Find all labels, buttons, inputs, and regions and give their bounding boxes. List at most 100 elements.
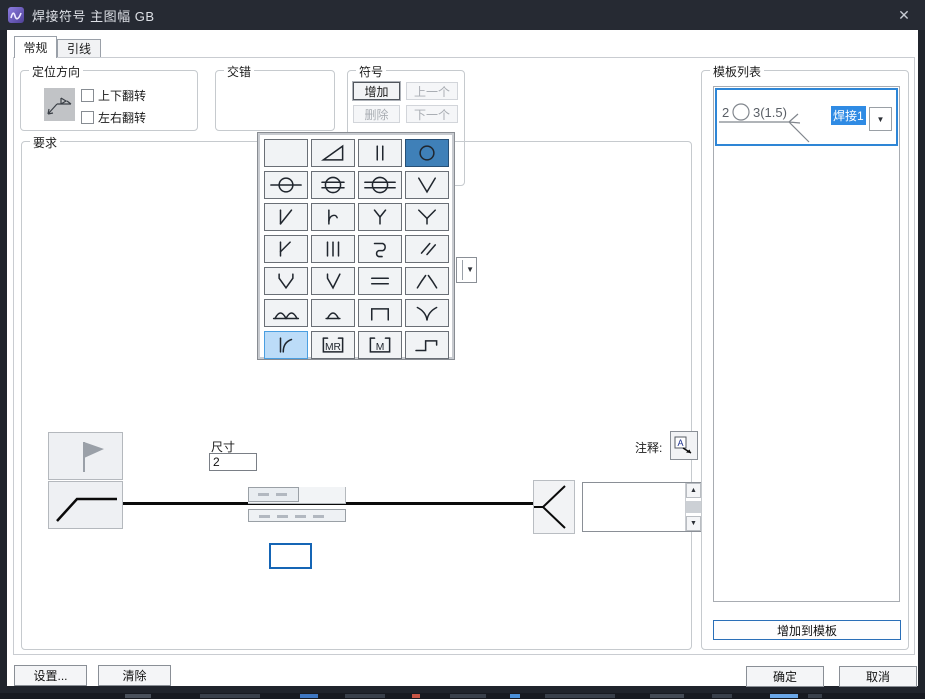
square-bracket-icon [363,302,397,324]
template-listbox[interactable]: 2 3(1.5) 焊接1 ▼ [713,86,900,602]
scroll-down-icon[interactable]: ▼ [686,516,701,531]
dash-pattern [258,493,290,496]
group-template-title: 模板列表 [710,63,764,80]
circle-two-lines-icon [316,174,350,196]
step-icon [410,334,444,356]
palette-cell-y-wide[interactable] [405,203,449,231]
dialog-body: 常规 引线 定位方向 上下翻转 左右翻转 交错 符 [7,30,918,686]
svg-text:M: M [376,342,385,353]
triple-bar-icon [316,238,350,260]
weld-preview-icon: 2 3(1.5) [717,90,827,144]
scroll-thumb[interactable] [686,501,701,513]
splay-icon [410,270,444,292]
hump-icon [316,302,350,324]
next-symbol-button: 下一个 [406,105,458,123]
half-k-icon [269,238,303,260]
palette-cell-double-slash[interactable] [405,235,449,263]
tail-text-field[interactable] [269,543,312,569]
template-name-selected-text[interactable]: 焊接1 [831,106,866,125]
background-mark [450,694,486,698]
arrow-end-button[interactable] [533,480,575,534]
below-line-field[interactable] [248,509,346,522]
ok-button[interactable]: 确定 [746,666,824,687]
wave-icon [9,8,23,22]
clear-button[interactable]: 清除 [98,665,171,686]
background-app-sliver [0,693,925,699]
palette-cell-triple-bar[interactable] [311,235,355,263]
tab-leader[interactable]: 引线 [57,39,101,58]
weld-direction-icon [44,88,75,121]
palette-cell-square-bracket[interactable] [358,299,402,327]
palette-cell-circle-line[interactable] [264,171,308,199]
background-mark [712,694,732,698]
palette-cell-seam[interactable] [358,235,402,263]
palette-cell-steep-bevel[interactable] [311,267,355,295]
circle-strike-icon [363,174,397,196]
palette-cell-y-groove[interactable] [358,203,402,231]
flip-vertical-label: 上下翻转 [98,87,146,104]
group-stagger-title: 交错 [224,63,254,80]
double-line-icon [363,270,397,292]
flip-vertical-row: 上下翻转 [81,87,146,104]
box-mr-icon: MR [316,334,350,356]
background-mark [770,694,798,698]
palette-cell-blank[interactable] [264,139,308,167]
flag-icon [64,436,108,476]
leader-line-icon [51,483,121,527]
cancel-button[interactable]: 取消 [839,666,917,687]
flag-toggle-button[interactable] [48,432,123,480]
group-stagger: 交错 [215,70,335,131]
palette-cell-flare-v[interactable] [405,299,449,327]
chevron-down-icon: ▼ [466,265,474,274]
background-mark [510,694,520,698]
palette-cell-box-m[interactable]: M [358,331,402,359]
template-item-selected[interactable]: 2 3(1.5) 焊接1 ▼ [715,88,898,146]
palette-cell-steep-v[interactable] [264,267,308,295]
vertical-scrollbar[interactable]: ▲ ▼ [685,483,701,531]
orientation-preview-icon[interactable] [44,88,75,121]
palette-cell-double-hump[interactable] [264,299,308,327]
palette-cell-v-groove[interactable] [405,171,449,199]
flip-vertical-checkbox[interactable] [81,89,94,102]
palette-cell-hump[interactable] [311,299,355,327]
palette-cell-splay[interactable] [405,267,449,295]
delete-symbol-button: 删除 [353,105,400,123]
note-button[interactable]: A [670,431,698,460]
template-item-dropdown[interactable]: ▼ [869,107,892,131]
palette-cell-double-line[interactable] [358,267,402,295]
palette-cell-box-mr[interactable]: MR [311,331,355,359]
leader-line-button[interactable] [48,481,123,529]
bevel-groove-icon [269,206,303,228]
palette-cell-bevel-groove[interactable] [264,203,308,231]
add-to-template-button[interactable]: 增加到模板 [713,620,901,640]
previous-symbol-button: 上一个 [406,82,458,100]
above-line-field[interactable] [248,487,346,504]
palette-cell-half-k[interactable] [264,235,308,263]
palette-cell-spot-circle[interactable] [405,139,449,167]
flip-horizontal-checkbox[interactable] [81,111,94,124]
palette-cell-circle-strike[interactable] [358,171,402,199]
settings-button[interactable]: 设置... [14,665,87,686]
palette-cell-step[interactable] [405,331,449,359]
flip-horizontal-row: 左右翻转 [81,109,146,126]
note-list-box[interactable]: ▲ ▼ [582,482,702,532]
scroll-up-icon[interactable]: ▲ [686,483,701,498]
circle-line-icon [269,174,303,196]
palette-cell-j-groove[interactable] [311,203,355,231]
background-mark [650,694,684,698]
palette-cell-circle-two-lines[interactable] [311,171,355,199]
flip-horizontal-label: 左右翻转 [98,109,146,126]
size-input[interactable] [209,453,257,471]
tab-general[interactable]: 常规 [14,36,57,58]
spot-circle-icon [410,142,444,164]
steep-v-icon [269,270,303,292]
close-icon[interactable]: ✕ [891,4,917,26]
double-slash-icon [410,238,444,260]
palette-cell-flare-bevel[interactable] [264,331,308,359]
add-symbol-button[interactable]: 增加 [353,82,400,100]
palette-cell-double-bar[interactable] [358,139,402,167]
palette-dropdown[interactable]: ▼ [456,257,477,283]
dash-pattern [259,515,329,518]
palette-cell-fillet[interactable] [311,139,355,167]
steep-bevel-icon [316,270,350,292]
